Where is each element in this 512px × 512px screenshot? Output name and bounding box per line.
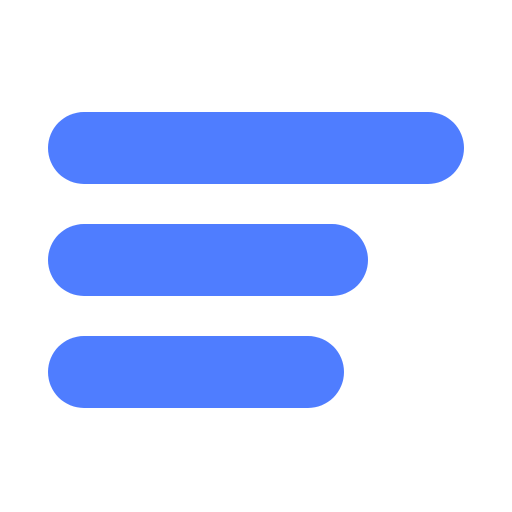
menu-lines-icon[interactable]	[0, 0, 512, 512]
menu-bar-middle	[48, 224, 368, 296]
menu-bar-top	[48, 112, 464, 184]
menu-bar-bottom	[48, 336, 344, 408]
icon-canvas	[0, 0, 512, 512]
